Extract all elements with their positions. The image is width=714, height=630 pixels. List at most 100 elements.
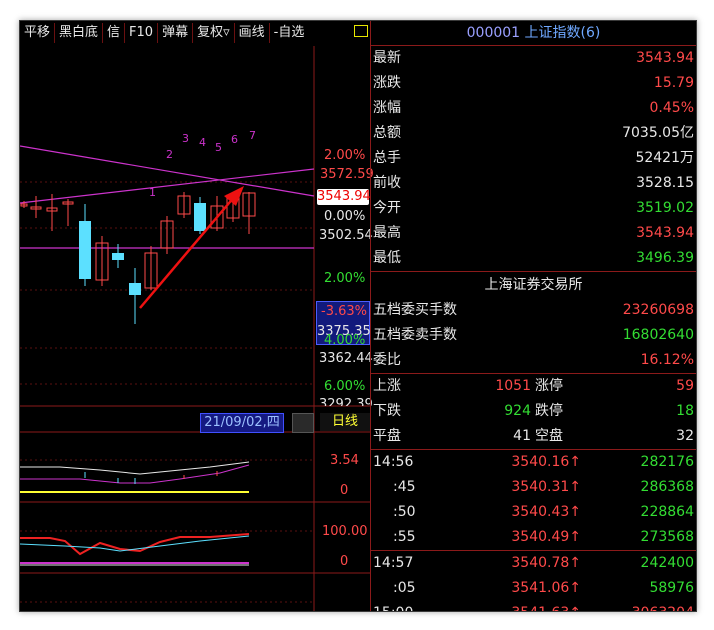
tick-time: :50 <box>393 504 416 520</box>
quote-value: 3543.94 <box>636 50 694 66</box>
ind2-axis-zero: 0 <box>340 611 348 612</box>
tick-time: :45 <box>393 479 416 495</box>
candles <box>20 192 256 324</box>
breadth-label: 上涨 <box>373 378 401 394</box>
quote-value: 3543.94 <box>636 225 694 241</box>
breadth-row: 下跌 924 跌停 18 <box>371 399 696 424</box>
breadth-label: 平盘 <box>373 428 401 444</box>
scroll-button[interactable] <box>292 413 314 433</box>
panel-title[interactable]: 000001 上证指数(6) <box>371 21 696 46</box>
quote-value: 52421万 <box>635 150 694 166</box>
trendline-up[interactable] <box>20 168 315 204</box>
orders-value: 16.12% <box>640 352 694 368</box>
breadth-count: 1051 <box>495 378 531 394</box>
ind1-line-red <box>20 533 250 556</box>
wave-label-7: 7 <box>249 129 256 142</box>
vol-axis-top: 3.54 <box>330 453 359 468</box>
orders-label: 五档委卖手数 <box>373 327 457 343</box>
quote-list: 最新 3543.94 涨跌 15.79 涨幅 0.45% 总额 7035.05亿 总手 52421… <box>371 46 696 271</box>
axis-price-low: 3362.44 <box>319 351 373 366</box>
tick-price: 3540.49↑ <box>511 529 581 545</box>
orders-label: 委比 <box>373 352 401 368</box>
tick-price: 3540.78↑ <box>511 555 581 571</box>
tick-row[interactable]: :50 3540.43↑ 228864 <box>371 500 696 525</box>
quote-value: 7035.05亿 <box>622 125 694 141</box>
wave-label-4: 4 <box>199 136 206 149</box>
axis-pct-down2: 2.00% <box>324 271 366 286</box>
quote-row: 总额 7035.05亿 <box>371 121 696 146</box>
wave-label-5: 5 <box>215 141 222 154</box>
breadth-count: 924 <box>504 403 531 419</box>
quote-value: 3519.02 <box>636 200 694 216</box>
stock-name: 上证指数 <box>524 25 581 41</box>
tick-price: 3541.63↑ <box>481 601 581 611</box>
ind1-axis-top: 100.00 <box>322 524 368 539</box>
quote-row: 涨跌 15.79 <box>371 71 696 96</box>
tick-row[interactable]: 14:56 3540.16↑ 282176 <box>371 450 696 475</box>
black-white-bg-button[interactable]: 黑白底 <box>55 23 104 43</box>
watchlist-button[interactable]: -自选 <box>270 23 309 43</box>
axis-pct-zero: 0.00% <box>324 209 366 224</box>
order-list: 五档委买手数 23260698 五档委卖手数 16802640 委比 16.12% <box>371 298 696 373</box>
axis-pct-down6: 6.00% <box>324 379 366 394</box>
current-price-tag: 3543.94 <box>317 189 371 205</box>
breadth-label-2: 涨停 <box>535 378 563 394</box>
candle <box>129 283 141 295</box>
draw-line-button[interactable]: 画线 <box>235 23 270 43</box>
tick-time: :55 <box>393 529 416 545</box>
breadth-label: 下跌 <box>373 403 401 419</box>
tick-price: 3540.16↑ <box>511 454 581 470</box>
candle <box>79 221 91 279</box>
breadth-row: 上涨 1051 涨停 59 <box>371 374 696 399</box>
tick-price: 3540.31↑ <box>511 479 581 495</box>
f10-button[interactable]: F10 <box>125 23 159 43</box>
quote-value: 15.79 <box>653 75 694 91</box>
pan-button[interactable]: 平移 <box>20 23 56 43</box>
tick-row[interactable]: 14:57 3540.78↑ 242400 <box>371 551 696 576</box>
breadth-count-2: 32 <box>676 428 694 444</box>
breadth-label-2: 空盘 <box>535 428 563 444</box>
quote-row: 前收 3528.15 <box>371 171 696 196</box>
tick-volume: 286368 <box>640 479 694 495</box>
quote-value: 0.45% <box>649 100 694 116</box>
quote-label: 总手 <box>373 150 401 166</box>
volume-pane <box>20 461 250 493</box>
kline-chart[interactable]: 1 2 3 4 5 6 7 2.00% 3572.59 3543.94 0.00… <box>20 46 374 612</box>
quote-row: 最新 3543.94 <box>371 46 696 71</box>
tick-row[interactable]: :05 3541.06↑ 58976 <box>371 576 696 601</box>
tick-list[interactable]: 14:56 3540.16↑ 282176 :45 3540.31↑ 286368 :50 3… <box>371 450 696 611</box>
quote-row: 最低 3496.39 <box>371 246 696 271</box>
orders-row: 委比 16.12% <box>371 348 696 373</box>
stock-code: 000001 <box>466 25 521 41</box>
candle <box>112 253 124 260</box>
ind1-axis-zero: 0 <box>340 554 349 569</box>
window-toggle-icon[interactable] <box>354 25 368 37</box>
tick-volume: 58976 <box>649 580 694 596</box>
tick-row[interactable]: :45 3540.31↑ 286368 <box>371 475 696 500</box>
tick-time: 14:56 <box>373 454 414 470</box>
axis-price-mid: 3502.54 <box>319 228 373 243</box>
quote-panel: 000001 上证指数(6) 最新 3543.94 涨跌 15.79 涨幅 0.45% 总额… <box>371 21 696 611</box>
orders-value: 16802640 <box>622 327 694 343</box>
indicator-pane-1 <box>20 533 250 566</box>
breadth-count-2: 59 <box>676 378 694 394</box>
danmaku-button[interactable]: 弹幕 <box>158 23 194 43</box>
tick-row[interactable]: 15:00 3541.63↑ 3063204 <box>371 601 696 611</box>
quote-row: 最高 3543.94 <box>371 221 696 246</box>
info-button[interactable]: 信 <box>103 23 126 43</box>
wave-label-1: 1 <box>149 186 156 199</box>
period-daily-button[interactable]: 日线 <box>320 413 370 431</box>
orders-row: 五档委买手数 23260698 <box>371 298 696 323</box>
tick-price: 3541.06↑ <box>511 580 581 596</box>
tick-volume: 282176 <box>640 454 694 470</box>
tick-row[interactable]: :55 3540.49↑ 273568 <box>371 525 696 550</box>
axis-pct-down4: 4.00% <box>324 333 366 348</box>
chart-toolbar: 平移 黑白底 信 F10 弹幕 复权▿ 画线 -自选 <box>20 21 370 45</box>
adjust-price-dropdown[interactable]: 复权▿ <box>193 23 235 43</box>
annotation-arrow-line[interactable] <box>139 195 236 309</box>
wave-label-2: 2 <box>166 148 173 161</box>
tick-volume: 242400 <box>640 555 694 571</box>
tick-volume: 228864 <box>640 504 694 520</box>
breadth-count: 41 <box>513 428 531 444</box>
tick-price: 3540.43↑ <box>511 504 581 520</box>
